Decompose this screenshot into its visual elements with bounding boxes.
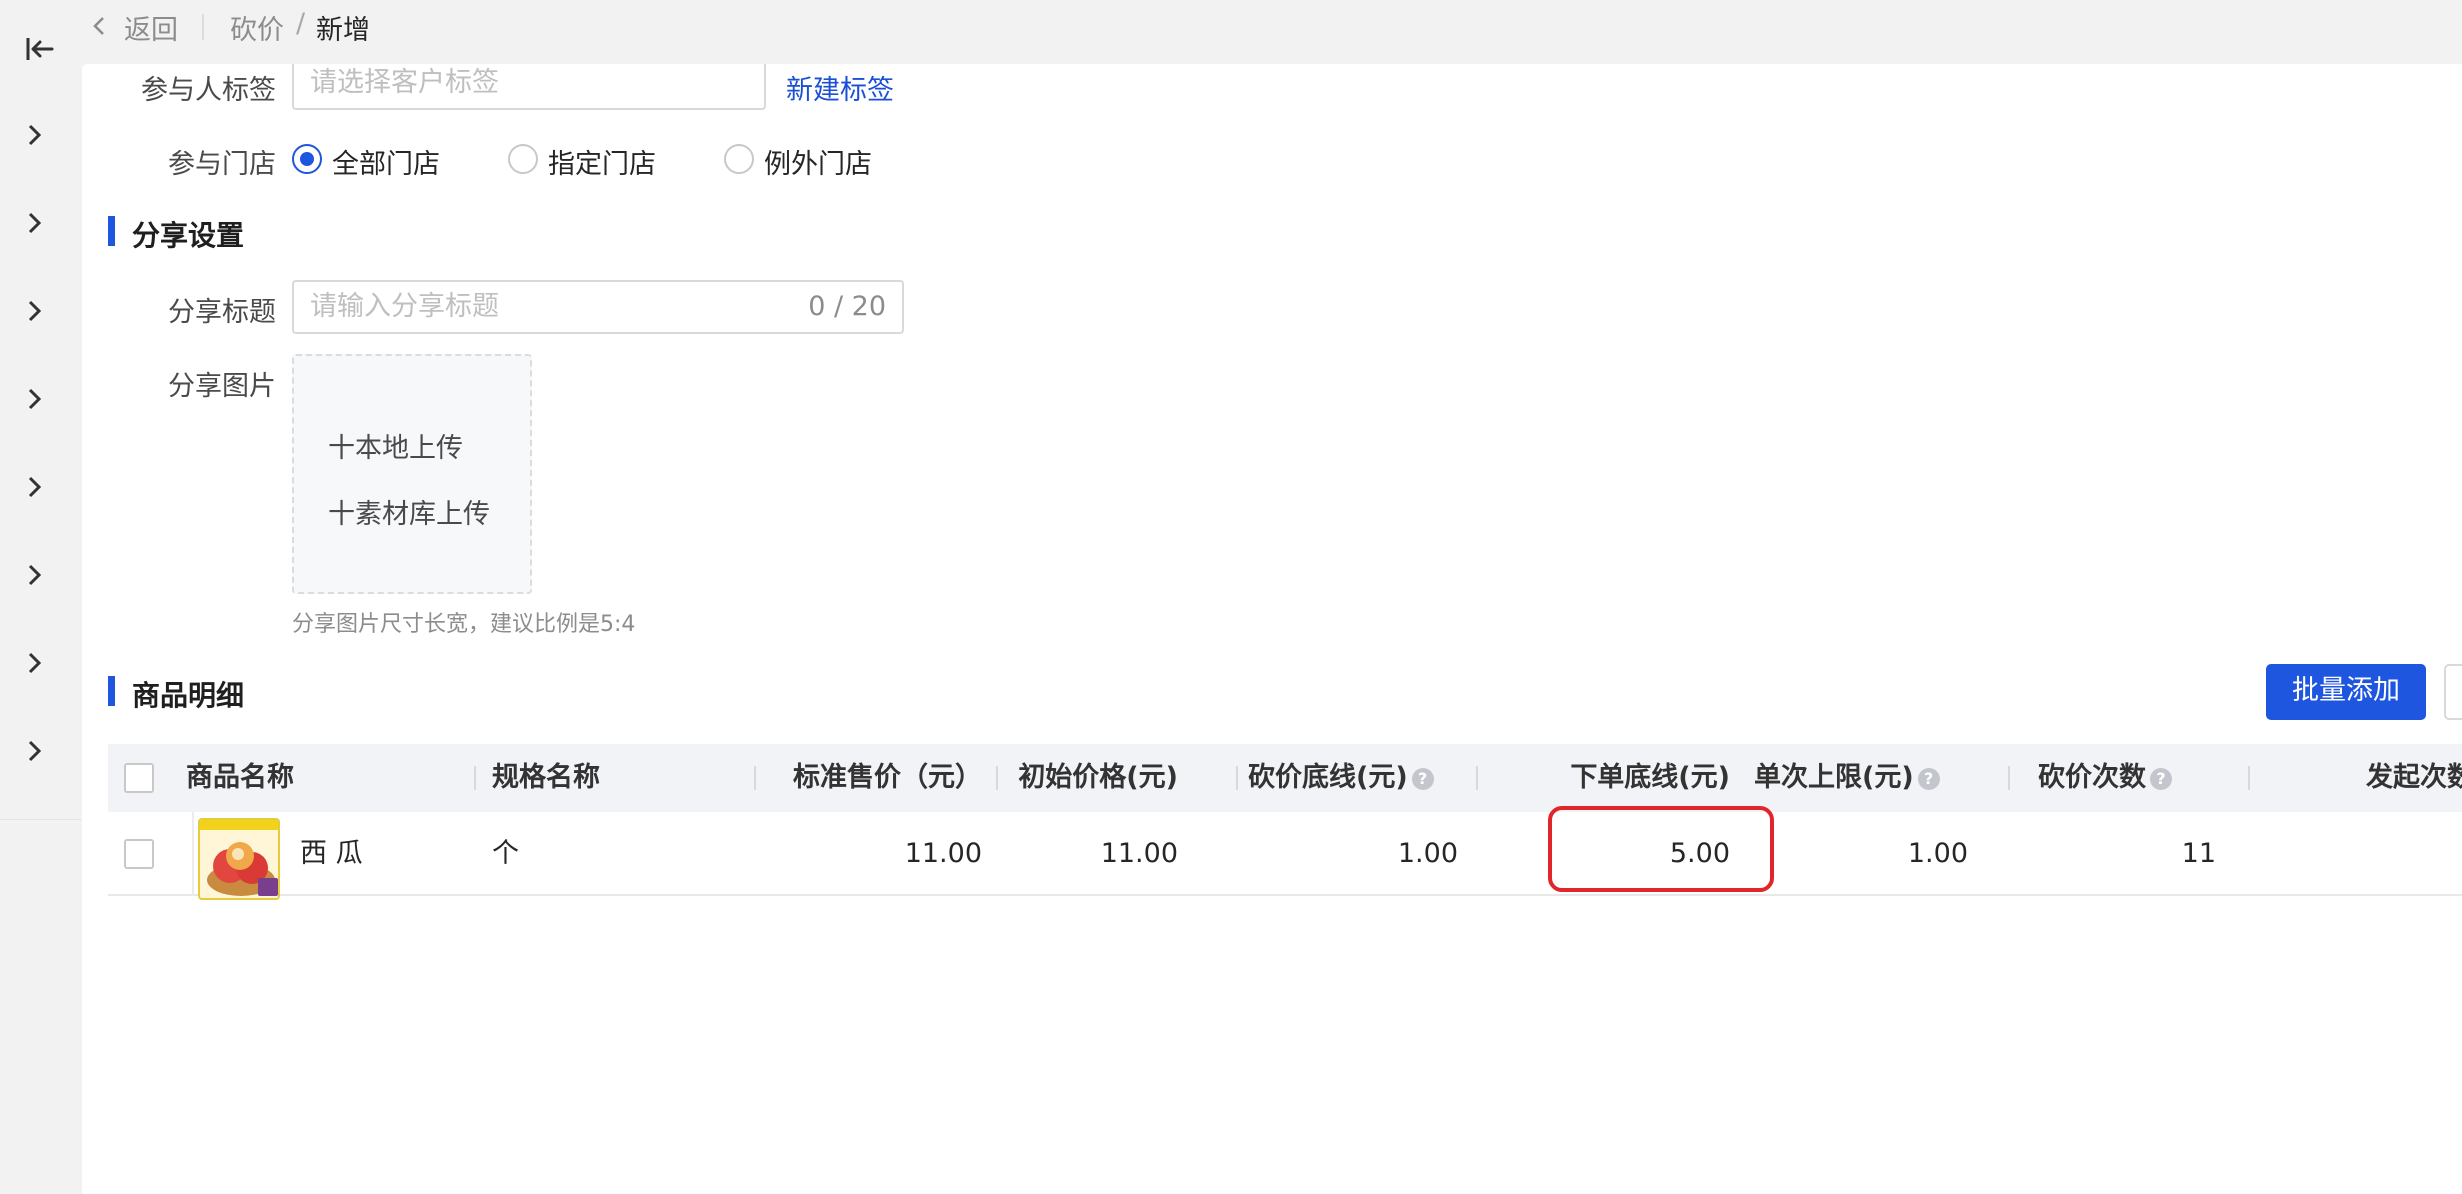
nav-expand-chevron-icon[interactable]	[24, 474, 44, 500]
help-icon[interactable]: ?	[2150, 767, 2172, 790]
upload-library-button[interactable]: 十素材库上传	[328, 492, 490, 531]
breadcrumb-item-bargain[interactable]: 砍价	[230, 8, 284, 47]
breadcrumb-item-current: 新增	[316, 15, 370, 46]
back-link[interactable]: 返回	[124, 8, 178, 47]
section-accent-bar	[108, 676, 115, 706]
share-image-upload: 十本地上传 十素材库上传	[292, 354, 532, 594]
nav-expand-chevron-icon[interactable]	[24, 386, 44, 412]
help-icon[interactable]: ?	[1917, 767, 1940, 790]
highlight-annotation	[1548, 806, 1774, 892]
radio-excluded-stores[interactable]	[724, 144, 754, 174]
share-title-placeholder: 请输入分享标题	[310, 291, 499, 322]
initial-price: 11.00	[1100, 838, 1178, 869]
help-icon[interactable]: ?	[1411, 767, 1434, 790]
standard-price: 11.00	[904, 838, 982, 869]
launch-count	[2268, 812, 2462, 896]
share-settings-title: 分享设置	[132, 219, 245, 252]
table-row: 西 瓜 个 11.00 11.00 1.00 5.00 1.00 11	[108, 812, 2462, 900]
column-divider	[754, 766, 756, 790]
section-accent-bar	[108, 216, 115, 246]
column-divider	[2248, 766, 2250, 790]
main-content: 参与人标签 请选择客户标签 新建标签 参与门店 全部门店 指定门店 例外门店 分…	[82, 64, 2462, 1194]
spec-name: 个	[492, 838, 519, 869]
participant-store-label: 参与门店	[168, 149, 276, 180]
col-single-limit: 单次上限(元)?	[1754, 744, 1940, 812]
product-details-title: 商品明细	[132, 679, 245, 712]
collapse-sidebar-icon[interactable]	[24, 34, 56, 64]
share-title-input[interactable]: 请输入分享标题 0 / 20	[292, 280, 904, 334]
bargain-floor: 1.00	[1397, 838, 1458, 869]
new-tag-link[interactable]: 新建标签	[786, 68, 894, 107]
col-single-limit-label: 单次上限(元)	[1754, 762, 1914, 793]
nav-expand-chevron-icon[interactable]	[24, 650, 44, 676]
column-divider	[996, 766, 998, 790]
left-nav-rail	[0, 0, 82, 820]
share-image-label: 分享图片	[168, 371, 276, 402]
divider	[202, 14, 204, 40]
nav-expand-chevron-icon[interactable]	[24, 738, 44, 764]
radio-specified-stores-label[interactable]: 指定门店	[548, 142, 656, 181]
product-name: 西 瓜	[300, 838, 363, 869]
col-launch-count: 发起次数	[2366, 762, 2462, 793]
col-standard-price: 标准售价（元）	[793, 762, 982, 793]
share-title-label: 分享标题	[168, 297, 276, 328]
row-checkbox[interactable]	[124, 839, 154, 869]
table-header: 商品名称 规格名称 标准售价（元） 初始价格(元) 砍价底线(元)? 下单底线(…	[108, 744, 2462, 812]
bargain-count: 11	[2181, 838, 2216, 869]
batch-add-button[interactable]: 批量添加	[2266, 664, 2426, 720]
col-spec-name: 规格名称	[492, 762, 600, 793]
chevron-left-icon[interactable]	[90, 14, 108, 38]
share-image-hint: 分享图片尺寸长宽，建议比例是5:4	[292, 612, 636, 637]
col-product-name: 商品名称	[186, 762, 294, 793]
column-divider	[474, 766, 476, 790]
radio-all-stores-label[interactable]: 全部门店	[332, 142, 440, 181]
column-divider	[1236, 766, 1238, 790]
col-bargain-count-label: 砍价次数	[2038, 762, 2146, 793]
participant-tag-placeholder: 请选择客户标签	[310, 67, 499, 98]
breadcrumb: 返回 砍价 / 新增	[82, 0, 2462, 64]
single-limit: 1.00	[1907, 838, 1968, 869]
col-bargain-floor: 砍价底线(元)?	[1248, 744, 1434, 812]
product-thumbnail	[198, 818, 280, 900]
radio-excluded-stores-label[interactable]: 例外门店	[764, 142, 872, 181]
col-initial-price: 初始价格(元)	[1018, 762, 1178, 793]
upload-local-button[interactable]: 十本地上传	[328, 426, 463, 465]
column-divider	[192, 812, 194, 896]
secondary-button[interactable]	[2444, 664, 2462, 720]
nav-expand-chevron-icon[interactable]	[24, 298, 44, 324]
breadcrumb-separator: /	[296, 8, 306, 39]
col-order-floor: 下单底线(元)	[1570, 762, 1730, 793]
nav-expand-chevron-icon[interactable]	[24, 562, 44, 588]
radio-specified-stores[interactable]	[508, 144, 538, 174]
column-divider	[2008, 766, 2010, 790]
col-bargain-floor-label: 砍价底线(元)	[1248, 762, 1408, 793]
col-bargain-count: 砍价次数?	[2038, 744, 2172, 812]
nav-expand-chevron-icon[interactable]	[24, 122, 44, 148]
participant-tag-label: 参与人标签	[141, 75, 276, 106]
radio-all-stores[interactable]	[292, 144, 322, 174]
column-divider	[1476, 766, 1478, 790]
nav-expand-chevron-icon[interactable]	[24, 210, 44, 236]
select-all-checkbox[interactable]	[124, 763, 154, 793]
participant-tag-select[interactable]: 请选择客户标签	[292, 64, 766, 110]
product-image	[200, 820, 278, 896]
char-counter: 0 / 20	[808, 291, 886, 322]
